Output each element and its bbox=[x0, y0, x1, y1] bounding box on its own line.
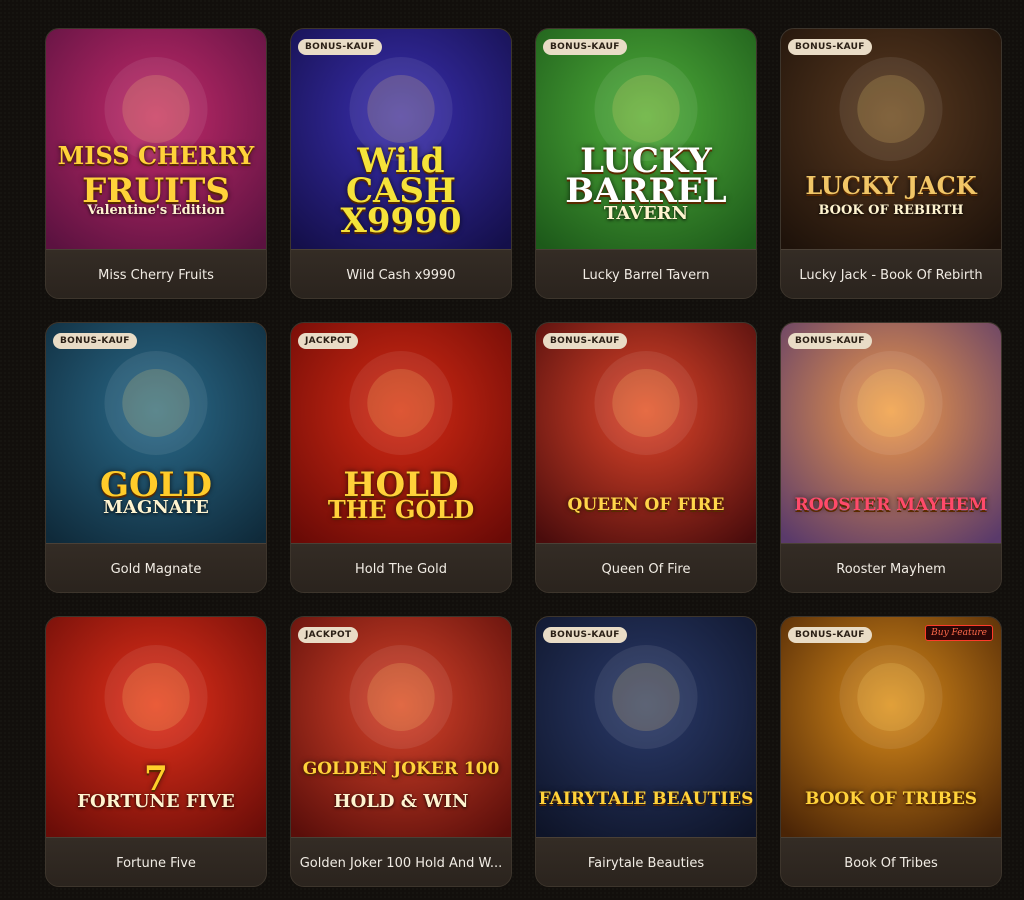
feature-badge: BONUS-KAUF bbox=[543, 39, 627, 55]
game-thumbnail[interactable]: GOLDEN JOKER 100 HOLD & WIN JACKPOT bbox=[291, 617, 511, 837]
game-title: Gold Magnate bbox=[110, 561, 202, 577]
game-logo-text: GOLDEN JOKER 100 bbox=[302, 759, 500, 779]
game-title: Book Of Tribes bbox=[844, 855, 938, 871]
game-logo-subtitle: HOLD & WIN bbox=[333, 791, 469, 812]
game-logo-text: LUCKY JACK bbox=[805, 171, 977, 200]
game-card[interactable]: MISS CHERRY FRUITS Valentine's Edition Miss… bbox=[45, 28, 267, 299]
game-logo-text: ROOSTER MAYHEM bbox=[794, 495, 988, 515]
game-title-bar[interactable]: Gold Magnate bbox=[46, 543, 266, 592]
feature-badge: JACKPOT bbox=[298, 333, 359, 349]
game-thumbnail[interactable]: 7 FORTUNE FIVE bbox=[46, 617, 266, 837]
game-thumbnail[interactable]: MISS CHERRY FRUITS Valentine's Edition bbox=[46, 29, 266, 249]
game-logo-text: THE GOLD bbox=[327, 495, 475, 524]
game-thumbnail[interactable]: FAIRYTALE BEAUTIES BONUS-KAUF bbox=[536, 617, 756, 837]
game-title: Wild Cash x9990 bbox=[346, 267, 456, 283]
game-title: Miss Cherry Fruits bbox=[98, 267, 214, 283]
game-title: Rooster Mayhem bbox=[836, 561, 946, 577]
game-thumbnail[interactable]: LUCKY BARREL TAVERN BONUS-KAUF bbox=[536, 29, 756, 249]
game-title-bar[interactable]: Miss Cherry Fruits bbox=[46, 249, 266, 298]
game-title: Lucky Jack - Book Of Rebirth bbox=[799, 267, 983, 283]
game-title: Hold The Gold bbox=[355, 561, 447, 577]
game-logo-text: QUEEN OF FIRE bbox=[567, 495, 725, 515]
game-card[interactable]: LUCKY JACK BOOK OF REBIRTH BONUS-KAUF Lucky… bbox=[780, 28, 1002, 299]
feature-badge: JACKPOT bbox=[298, 627, 359, 643]
game-grid: MISS CHERRY FRUITS Valentine's Edition Miss… bbox=[45, 28, 1002, 887]
game-card[interactable]: ROOSTER MAYHEM BONUS-KAUF Rooster Mayhem bbox=[780, 322, 1002, 593]
feature-badge: BONUS-KAUF bbox=[788, 39, 872, 55]
game-title: Queen Of Fire bbox=[601, 561, 691, 577]
feature-badge: BONUS-KAUF bbox=[788, 333, 872, 349]
game-card[interactable]: HOLD THE GOLD JACKPOT Hold The Gold bbox=[290, 322, 512, 593]
game-card[interactable]: BOOK OF TRIBES BONUS-KAUF Buy Feature Book … bbox=[780, 616, 1002, 887]
game-title-bar[interactable]: Hold The Gold bbox=[291, 543, 511, 592]
game-thumbnail[interactable]: HOLD THE GOLD JACKPOT bbox=[291, 323, 511, 543]
game-card[interactable]: LUCKY BARREL TAVERN BONUS-KAUF Lucky Barrel … bbox=[535, 28, 757, 299]
game-title-bar[interactable]: Queen Of Fire bbox=[536, 543, 756, 592]
game-thumbnail[interactable]: LUCKY JACK BOOK OF REBIRTH BONUS-KAUF bbox=[781, 29, 1001, 249]
game-card[interactable]: QUEEN OF FIRE BONUS-KAUF Queen Of Fire bbox=[535, 322, 757, 593]
game-title: Fairytale Beauties bbox=[587, 855, 705, 871]
game-title: Golden Joker 100 Hold And W... bbox=[299, 855, 503, 871]
game-logo-subtitle: Valentine's Edition bbox=[87, 203, 225, 218]
buy-feature-tag: Buy Feature bbox=[925, 625, 993, 641]
game-thumbnail[interactable]: Wild CASH X9990 BONUS-KAUF bbox=[291, 29, 511, 249]
game-logo-text: MISS CHERRY bbox=[57, 141, 255, 170]
game-card[interactable]: GOLD MAGNATE BONUS-KAUF Gold Magnate bbox=[45, 322, 267, 593]
feature-badge: BONUS-KAUF bbox=[53, 333, 137, 349]
game-logo-text: FAIRYTALE BEAUTIES bbox=[538, 789, 754, 809]
feature-badge: BONUS-KAUF bbox=[298, 39, 382, 55]
game-title-bar[interactable]: Wild Cash x9990 bbox=[291, 249, 511, 298]
game-logo-subtitle: FORTUNE FIVE bbox=[77, 791, 235, 812]
game-title-bar[interactable]: Fairytale Beauties bbox=[536, 837, 756, 886]
feature-badge: BONUS-KAUF bbox=[788, 627, 872, 643]
game-title-bar[interactable]: Golden Joker 100 Hold And W... bbox=[291, 837, 511, 886]
game-thumbnail[interactable]: QUEEN OF FIRE BONUS-KAUF bbox=[536, 323, 756, 543]
game-title-bar[interactable]: Book Of Tribes bbox=[781, 837, 1001, 886]
game-title-bar[interactable]: Fortune Five bbox=[46, 837, 266, 886]
game-thumbnail[interactable]: GOLD MAGNATE BONUS-KAUF bbox=[46, 323, 266, 543]
game-card[interactable]: FAIRYTALE BEAUTIES BONUS-KAUF Fairytale Be… bbox=[535, 616, 757, 887]
game-thumbnail[interactable]: ROOSTER MAYHEM BONUS-KAUF bbox=[781, 323, 1001, 543]
game-title-bar[interactable]: Rooster Mayhem bbox=[781, 543, 1001, 592]
game-title: Lucky Barrel Tavern bbox=[582, 267, 710, 283]
game-logo-text: X9990 bbox=[340, 201, 462, 241]
game-title-bar[interactable]: Lucky Jack - Book Of Rebirth bbox=[781, 249, 1001, 298]
game-card[interactable]: 7 FORTUNE FIVE Fortune Five bbox=[45, 616, 267, 887]
game-title: Fortune Five bbox=[116, 855, 196, 871]
feature-badge: BONUS-KAUF bbox=[543, 627, 627, 643]
game-title-bar[interactable]: Lucky Barrel Tavern bbox=[536, 249, 756, 298]
game-logo-subtitle: MAGNATE bbox=[103, 497, 209, 518]
game-card[interactable]: Wild CASH X9990 BONUS-KAUF Wild Cash x9990 bbox=[290, 28, 512, 299]
game-thumbnail[interactable]: BOOK OF TRIBES BONUS-KAUF Buy Feature bbox=[781, 617, 1001, 837]
game-logo-subtitle: BOOK OF REBIRTH bbox=[818, 203, 964, 218]
feature-badge: BONUS-KAUF bbox=[543, 333, 627, 349]
game-card[interactable]: GOLDEN JOKER 100 HOLD & WIN JACKPOT Golden … bbox=[290, 616, 512, 887]
game-logo-text: BOOK OF TRIBES bbox=[804, 789, 978, 809]
game-logo-subtitle: TAVERN bbox=[603, 203, 689, 224]
